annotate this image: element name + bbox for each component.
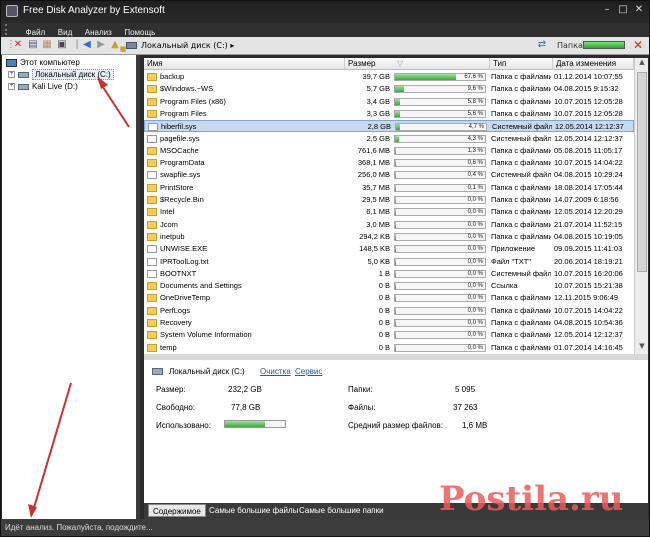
annotation-arrow-status xyxy=(32,382,72,512)
arrow-head-icon xyxy=(28,504,37,518)
annotation-arrow-drive xyxy=(98,80,130,128)
annotation-arrows xyxy=(28,76,130,518)
app-window: Free Disk Analyzer by Extensoft – □ ✕ Фа… xyxy=(0,0,650,537)
arrow-head-icon xyxy=(97,76,108,89)
